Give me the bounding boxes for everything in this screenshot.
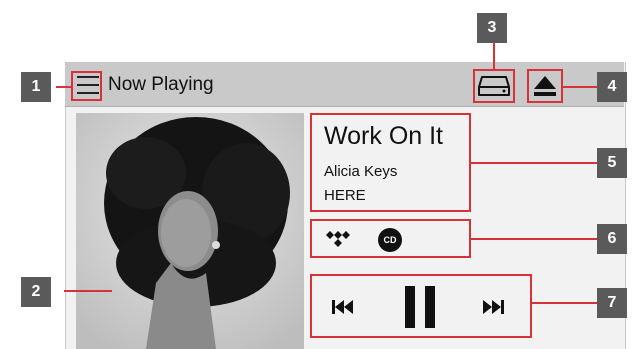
album-name: HERE [324, 187, 366, 204]
callout-badge-4: 4 [597, 72, 627, 102]
callout-4-leader [563, 86, 597, 88]
tidal-icon[interactable] [326, 229, 356, 251]
skip-previous-icon[interactable] [332, 300, 354, 314]
callout-badge-7: 7 [597, 288, 627, 318]
callout-badge-3: 3 [477, 13, 507, 43]
album-art [76, 113, 304, 349]
callout-5-leader [471, 162, 597, 164]
callout-badge-2: 2 [21, 277, 51, 307]
page-title: Now Playing [108, 74, 214, 95]
callout-badge-1: 1 [21, 72, 51, 102]
callout-badge-6: 6 [597, 224, 627, 254]
track-info-box: Work On It Alicia Keys HERE [310, 113, 471, 212]
callout-badge-5: 5 [597, 148, 627, 178]
album-leader-line [64, 290, 112, 292]
callout-3-leader [493, 43, 495, 69]
skip-next-icon[interactable] [482, 300, 504, 314]
cd-source-badge[interactable]: CD [378, 228, 402, 252]
track-title: Work On It [324, 122, 444, 150]
callout-1-leader [56, 86, 71, 88]
transport-controls [310, 274, 532, 338]
callout-7-leader [532, 302, 597, 304]
pause-icon[interactable] [405, 286, 435, 328]
callout-6-leader [471, 238, 597, 240]
eject-callout-box [527, 69, 563, 103]
drive-callout-box [473, 69, 515, 103]
menu-callout-box [71, 71, 102, 101]
album-cover-portrait [76, 113, 304, 349]
source-box: CD [310, 219, 471, 258]
artist-name: Alicia Keys [324, 163, 398, 180]
